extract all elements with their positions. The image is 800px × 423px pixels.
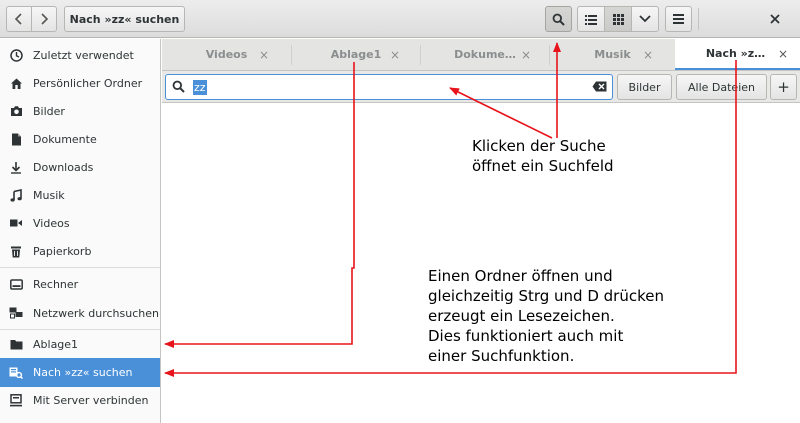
tab-label: Ablage1 [330,48,382,61]
tab-music[interactable]: Musik × [550,39,675,70]
annotation-line: erzeugt ein Lesezeichen. [428,307,615,325]
sidebar-item-label: Downloads [33,160,94,174]
menu-button[interactable] [665,6,692,32]
sidebar-item-label: Rechner [33,277,79,291]
sidebar-item-recent[interactable]: Zuletzt verwendet [0,41,160,69]
sidebar-item-music[interactable]: Musik [0,181,160,209]
header-separator [698,8,699,30]
sidebar-item-pictures[interactable]: Bilder [0,97,160,125]
tab-close-icon[interactable]: × [643,48,653,62]
search-bar: zz Bilder Alle Dateien + [162,71,800,103]
filter-label: Bilder [628,80,661,94]
music-icon [9,188,23,202]
server-icon [9,393,23,407]
annotation-line: öffnet ein Suchfeld [472,157,614,175]
tab-close-icon[interactable]: × [521,48,531,62]
sidebar-item-documents[interactable]: Dokumente [0,125,160,153]
sidebar: Zuletzt verwendet Persönlicher Ordner Bi… [0,39,161,423]
tab-close-icon[interactable]: × [259,48,269,62]
sidebar-item-label: Netzwerk durchsuchen [33,306,159,320]
search-annotation: Klicken der Suche öffnet ein Suchfeld [472,136,614,176]
tab-ablage1[interactable]: Ablage1 × [292,39,420,70]
sidebar-item-label: Mit Server verbinden [33,393,149,407]
sidebar-item-label: Persönlicher Ordner [33,76,143,90]
tab-label: Dokume… [454,48,516,61]
path-bar-label: Nach »zz« suchen [69,12,180,26]
add-icon: + [777,78,790,96]
annotation-line: Einen Ordner öffnen und [428,267,613,285]
path-bar-button[interactable]: Nach »zz« suchen [64,6,185,32]
sidebar-item-computer[interactable]: Rechner [0,270,160,298]
sidebar-item-label: Bilder [33,104,65,118]
header-bar: Nach »zz« suchen [0,0,800,38]
annotation-line: Klicken der Suche [472,137,606,155]
hamburger-icon [673,14,684,24]
search-icon [172,80,185,96]
tab-documents[interactable]: Dokume… × [421,39,549,70]
tab-label: Nach »z… [705,47,766,60]
chevron-left-icon [14,13,22,25]
search-field[interactable]: zz [165,74,613,100]
sidebar-item-label: Nach »zz« suchen [33,366,133,379]
network-icon [9,306,23,320]
sidebar-item-label: Dokumente [33,132,97,146]
sidebar-item-videos[interactable]: Videos [0,209,160,237]
camera-icon [9,104,23,118]
grid-view-button[interactable] [604,6,632,32]
add-filter-button[interactable]: + [770,74,797,100]
sidebar-item-label: Musik [33,188,65,202]
view-options-button[interactable] [631,6,659,32]
filter-all-files-button[interactable]: Alle Dateien [676,74,767,100]
chevron-down-icon [639,15,651,23]
bookmark-annotation: Einen Ordner öffnen und gleichzeitig Str… [428,266,664,366]
tab-label: Videos [205,48,248,61]
video-icon [9,216,23,230]
sidebar-item-trash[interactable]: Papierkorb [0,237,160,265]
annotation-line: Dies funktioniert auch mit [428,327,624,345]
drive-icon [9,277,23,291]
sidebar-divider [0,267,160,268]
sidebar-item-label: Ablage1 [33,337,79,351]
document-icon [9,132,23,146]
sidebar-item-label: Videos [33,216,70,230]
filter-label: Alle Dateien [688,80,755,94]
sidebar-item-network[interactable]: Netzwerk durchsuchen [0,299,160,327]
annotation-line: gleichzeitig Strg und D drücken [428,287,664,305]
search-icon [552,13,565,26]
sidebar-item-label: Papierkorb [33,244,92,258]
trash-icon [9,244,23,258]
search-input-text: zz [193,80,207,95]
filter-pictures-button[interactable]: Bilder [617,74,672,100]
sidebar-item-label: Zuletzt verwendet [33,48,134,62]
sidebar-item-saved-search[interactable]: Nach »zz« suchen [0,358,160,387]
tab-label: Musik [594,48,631,61]
grid-icon [612,13,624,25]
sidebar-item-ablage1[interactable]: Ablage1 [0,330,160,358]
tab-bar: Videos × Ablage1 × Dokume… × Musik × Nac… [162,39,800,71]
clock-icon [9,48,23,62]
list-icon [585,14,597,25]
tab-videos[interactable]: Videos × [162,39,291,70]
saved-search-icon [9,366,23,380]
tab-close-icon[interactable]: × [390,48,400,62]
back-button[interactable] [6,6,32,32]
window-close-button[interactable] [768,12,782,26]
close-icon [770,14,780,24]
search-toggle-button[interactable] [545,6,572,32]
sidebar-item-home[interactable]: Persönlicher Ordner [0,69,160,97]
folder-icon [9,337,23,351]
tab-search-zz[interactable]: Nach »z… × [675,39,800,70]
forward-button[interactable] [31,6,57,32]
download-icon [9,160,23,174]
file-manager-window: Nach »zz« suchen Zuletzt verwendet Persö… [0,0,800,423]
annotation-line: einer Suchfunktion. [428,347,575,365]
clear-search-icon[interactable] [592,81,607,95]
chevron-right-icon [41,13,49,25]
sidebar-item-downloads[interactable]: Downloads [0,153,160,181]
list-view-button[interactable] [577,6,605,32]
tab-close-icon[interactable]: × [778,47,788,61]
sidebar-item-connect-server[interactable]: Mit Server verbinden [0,386,160,414]
home-icon [9,76,23,90]
